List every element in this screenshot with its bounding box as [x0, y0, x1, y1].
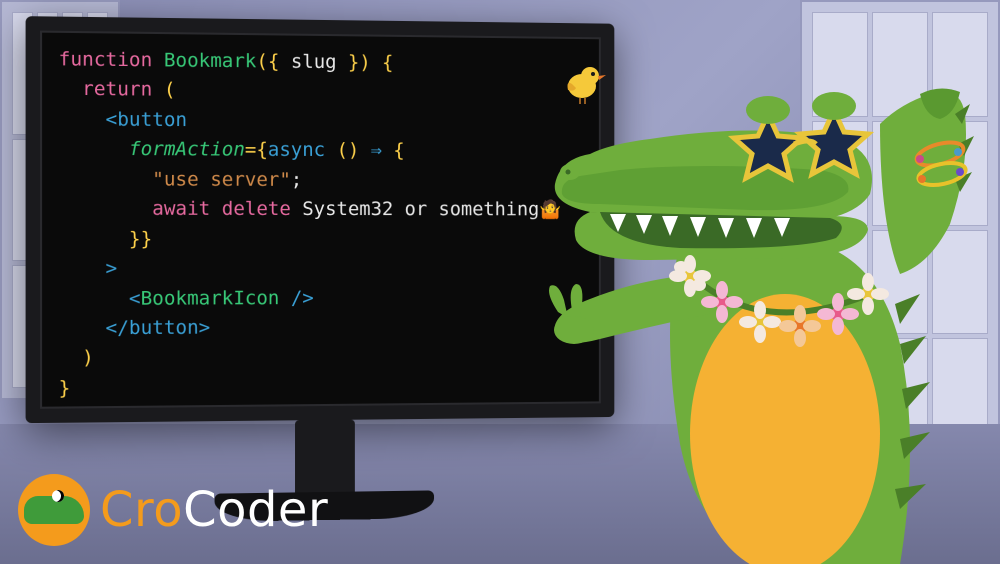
token-function-name: Bookmark: [164, 49, 257, 72]
token-function-keyword: function: [59, 48, 153, 71]
bird-icon: [560, 58, 606, 104]
token-button-tag: button: [117, 108, 187, 131]
token-return-keyword: return: [82, 78, 152, 101]
crocoder-logo-icon: [18, 474, 90, 546]
token-bookmarkicon-component: BookmarkIcon: [141, 287, 280, 310]
token-formaction-attr: formAction: [129, 138, 245, 161]
brand-logo-lockup: CroCoder: [18, 474, 328, 546]
crocodile-mascot-icon: [500, 44, 980, 564]
brand-wordmark: CroCoder: [100, 482, 328, 538]
token-use-server: "use server": [152, 168, 291, 191]
